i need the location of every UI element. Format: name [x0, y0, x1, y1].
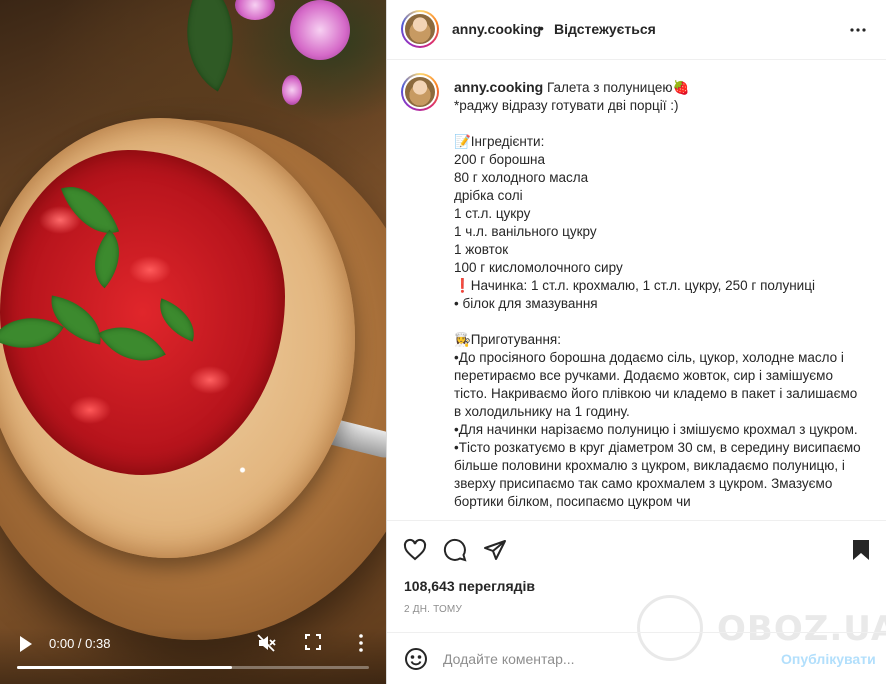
post-header: anny.cooking • Відстежується — [387, 0, 886, 60]
caption-line: 👩‍🍳Приготування: — [454, 332, 561, 347]
post-date: 2 ДН. ТОМУ — [404, 604, 463, 615]
orchid-bud — [282, 75, 302, 105]
caption-line: 80 г холодного масла — [454, 170, 589, 185]
post-caption: anny.cooking Галета з полуницею🍓 *раджу в… — [454, 78, 866, 511]
post-button[interactable]: Опублікувати — [781, 651, 876, 667]
video-progress-bar[interactable] — [17, 666, 369, 669]
video-player[interactable]: 0:00 / 0:38 — [0, 0, 386, 684]
caption-line: *раджу відразу готувати дві порції :) — [454, 98, 679, 113]
caption-line: 100 г кисломолочного сиру — [454, 260, 623, 275]
post-panel: anny.cooking • Відстежується anny.cookin… — [386, 0, 886, 684]
caption-scroll-area[interactable]: anny.cooking Галета з полуницею🍓 *раджу в… — [387, 61, 886, 521]
caption-title: Галета з полуницею🍓 — [546, 80, 690, 95]
caption-line: 200 г борошна — [454, 152, 545, 167]
caption-line: 📝Інгредієнти: — [454, 134, 545, 149]
comment-icon[interactable] — [443, 538, 467, 562]
caption-line: 1 ч.л. ванільного цукру — [454, 224, 597, 239]
orchid-flower — [290, 0, 350, 60]
following-status[interactable]: Відстежується — [554, 21, 656, 37]
post-actions — [387, 522, 886, 574]
bookmark-icon[interactable] — [849, 538, 873, 562]
caption-line: •Для начинки нарізаємо полуницю і змішує… — [454, 422, 858, 437]
share-icon[interactable] — [483, 538, 507, 562]
comment-bar: Опублікувати — [387, 632, 886, 684]
header-username[interactable]: anny.cooking — [452, 21, 541, 37]
views-count[interactable]: 108,643 переглядів — [404, 578, 535, 594]
caption-line: •Тісто розкатуємо в круг діаметром 30 см… — [454, 440, 865, 509]
orchid-flower — [235, 0, 275, 20]
avatar[interactable] — [401, 73, 439, 111]
video-time: 0:00 / 0:38 — [49, 636, 111, 651]
avatar[interactable] — [401, 10, 439, 48]
heart-icon[interactable] — [403, 538, 427, 562]
caption-username[interactable]: anny.cooking — [454, 79, 543, 95]
caption-line: ❗️Начинка: 1 ст.л. крохмалю, 1 ст.л. цук… — [454, 278, 815, 293]
caption-line: 1 ст.л. цукру — [454, 206, 531, 221]
caption-line: • білок для змазування — [454, 296, 598, 311]
comment-input[interactable] — [443, 645, 773, 673]
caption-line: дрібка солі — [454, 188, 523, 203]
play-icon[interactable] — [18, 634, 34, 654]
mute-icon[interactable] — [256, 633, 276, 653]
caption-line: •До просіяного борошна додаємо сіль, цук… — [454, 350, 862, 419]
video-controls: 0:00 / 0:38 — [0, 628, 386, 684]
separator-dot: • — [539, 20, 544, 36]
video-progress-fill — [17, 666, 232, 669]
fullscreen-icon[interactable] — [305, 634, 321, 650]
emoji-icon[interactable] — [404, 647, 428, 671]
caption-line: 1 жовток — [454, 242, 509, 257]
more-vertical-icon[interactable] — [356, 633, 366, 653]
more-options-icon[interactable] — [849, 22, 867, 38]
